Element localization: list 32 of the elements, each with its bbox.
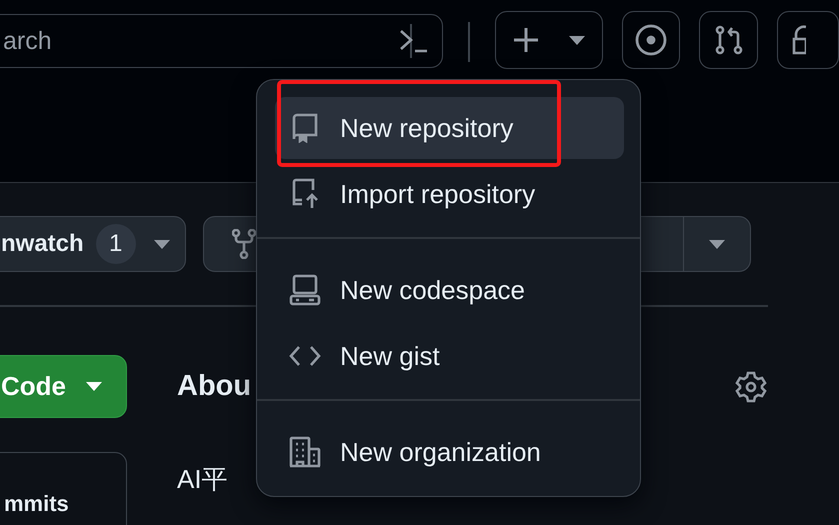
caret-down-icon	[568, 36, 585, 44]
code-button[interactable]: Code	[0, 355, 127, 418]
issues-button[interactable]	[622, 11, 680, 69]
menu-item[interactable]: New codespace	[275, 259, 624, 321]
menu-item[interactable]: New repository	[275, 97, 624, 159]
unwatch-button[interactable]: nwatch 1	[0, 216, 186, 272]
pull-requests-button[interactable]	[699, 11, 758, 69]
menu-item[interactable]: New gist	[275, 325, 624, 387]
plus-icon	[512, 27, 539, 53]
import-icon	[290, 178, 320, 210]
create-new-button[interactable]	[495, 11, 603, 69]
book-icon	[291, 113, 319, 143]
caret-down-icon	[86, 382, 102, 391]
about-heading: Abou	[177, 370, 252, 403]
lock-icon	[792, 25, 806, 55]
search-field[interactable]: arch	[0, 14, 444, 68]
caret-down-icon	[709, 240, 725, 248]
commits-link[interactable]: mmits	[4, 491, 69, 516]
issue-circle-icon	[635, 24, 668, 56]
building-icon	[289, 436, 321, 468]
caret-down-icon	[154, 240, 170, 248]
watch-count: 1	[96, 224, 136, 264]
code-icon	[289, 345, 321, 367]
computer-icon	[289, 274, 321, 306]
menu-item[interactable]: New organization	[275, 421, 624, 483]
about-description: AI平	[177, 463, 229, 496]
inbox-button[interactable]	[777, 11, 839, 69]
fork-icon	[232, 229, 256, 259]
pull-request-icon	[714, 25, 744, 55]
settings-icon[interactable]	[735, 370, 767, 402]
terminal-icon[interactable]	[399, 29, 430, 53]
menu-item[interactable]: Import repository	[275, 163, 624, 225]
